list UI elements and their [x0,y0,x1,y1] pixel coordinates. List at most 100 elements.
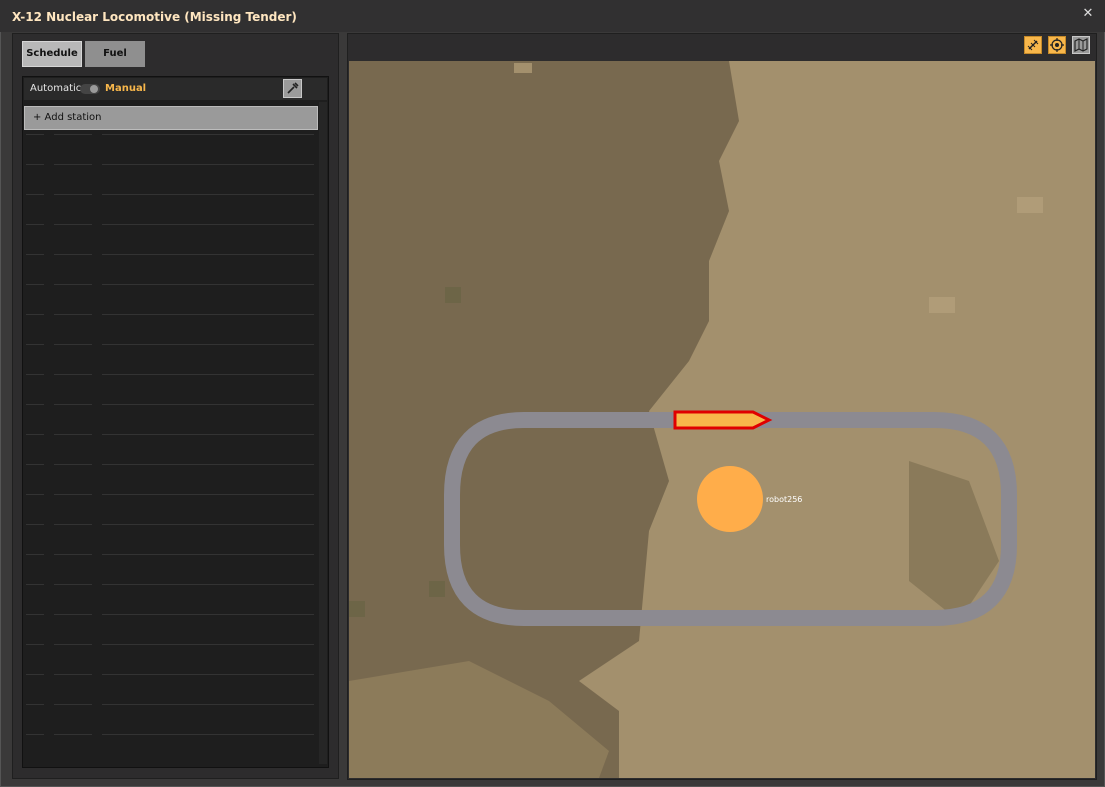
row-line [26,674,44,675]
row-line [26,374,44,375]
map-panel: robot256 [347,33,1097,780]
minimap[interactable]: robot256 [349,61,1095,778]
rail-icon [1027,39,1039,51]
row-line [102,494,314,495]
locate-icon [1050,38,1064,52]
row-line [54,284,92,285]
row-line [26,734,44,735]
row-line [54,164,92,165]
row-line [102,374,314,375]
rail-view-button[interactable] [1024,36,1042,54]
row-line [54,374,92,375]
row-line [26,134,44,135]
row-line [54,134,92,135]
row-line [54,344,92,345]
row-line [102,134,314,135]
row-line [102,224,314,225]
title-bar[interactable]: X-12 Nuclear Locomotive (Missing Tender)… [0,0,1105,32]
row-line [102,164,314,165]
automatic-label[interactable]: Automatic [30,83,81,94]
row-line [26,404,44,405]
schedule-row-separator [24,584,318,585]
row-line [26,524,44,525]
row-line [54,644,92,645]
schedule-row-separator [24,494,318,495]
map-view-button[interactable] [1072,36,1090,54]
locomotive-window: X-12 Nuclear Locomotive (Missing Tender)… [0,0,1105,787]
schedule-row-separator [24,404,318,405]
tab-fuel[interactable]: Fuel [85,41,145,67]
row-line [26,494,44,495]
row-line [102,524,314,525]
row-line [54,194,92,195]
sand-patch [713,251,729,267]
schedule-row-separator [24,734,318,735]
schedule-row-separator [24,554,318,555]
locate-button[interactable] [1048,36,1066,54]
row-line [54,434,92,435]
schedule-row-separator [24,374,318,375]
schedule-row-separator [24,344,318,345]
row-line [102,284,314,285]
row-line [26,314,44,315]
row-line [54,314,92,315]
close-icon[interactable]: ✕ [1081,7,1095,21]
row-line [102,554,314,555]
schedule-row-separator [24,314,318,315]
row-line [102,404,314,405]
mode-toggle[interactable] [80,84,100,94]
tab-schedule[interactable]: Schedule [22,41,82,67]
row-line [102,614,314,615]
row-line [26,584,44,585]
row-line [54,704,92,705]
schedule-rows [24,134,318,764]
scrollbar[interactable] [319,102,327,764]
add-station-button[interactable]: + Add station [24,106,318,130]
schedule-row-separator [24,524,318,525]
schedule-row-separator [24,284,318,285]
toggle-knob [90,85,98,93]
grass-patch [429,581,445,597]
row-line [54,254,92,255]
eyedropper-button[interactable] [283,79,302,98]
map-icon [1074,38,1088,52]
schedule-row-separator [24,434,318,435]
manual-label[interactable]: Manual [105,83,146,94]
row-line [102,734,314,735]
row-line [54,554,92,555]
schedule-row-separator [24,704,318,705]
row-line [54,524,92,525]
locomotive-marker[interactable] [673,410,773,430]
row-line [102,704,314,705]
schedule-list-frame: Automatic Manual + Add station [22,76,329,768]
row-line [26,194,44,195]
player-marker[interactable] [697,466,763,532]
row-line [102,254,314,255]
row-line [26,164,44,165]
row-line [54,584,92,585]
mode-bar: Automatic Manual [24,78,327,100]
row-line [54,224,92,225]
row-line [26,284,44,285]
row-line [26,554,44,555]
row-line [102,584,314,585]
sand-patch [514,63,532,73]
row-line [102,344,314,345]
row-line [54,494,92,495]
window-title: X-12 Nuclear Locomotive (Missing Tender) [12,10,297,24]
player-name-label: robot256 [766,495,802,504]
row-line [102,314,314,315]
sand-patch [929,297,955,313]
row-line [54,464,92,465]
eyedropper-icon [287,82,299,94]
row-line [26,614,44,615]
schedule-row-separator [24,254,318,255]
schedule-row-separator [24,644,318,645]
row-line [26,644,44,645]
row-line [54,404,92,405]
schedule-row-separator [24,194,318,195]
row-line [54,734,92,735]
sand-patch [1017,197,1043,213]
row-line [54,614,92,615]
row-line [54,674,92,675]
